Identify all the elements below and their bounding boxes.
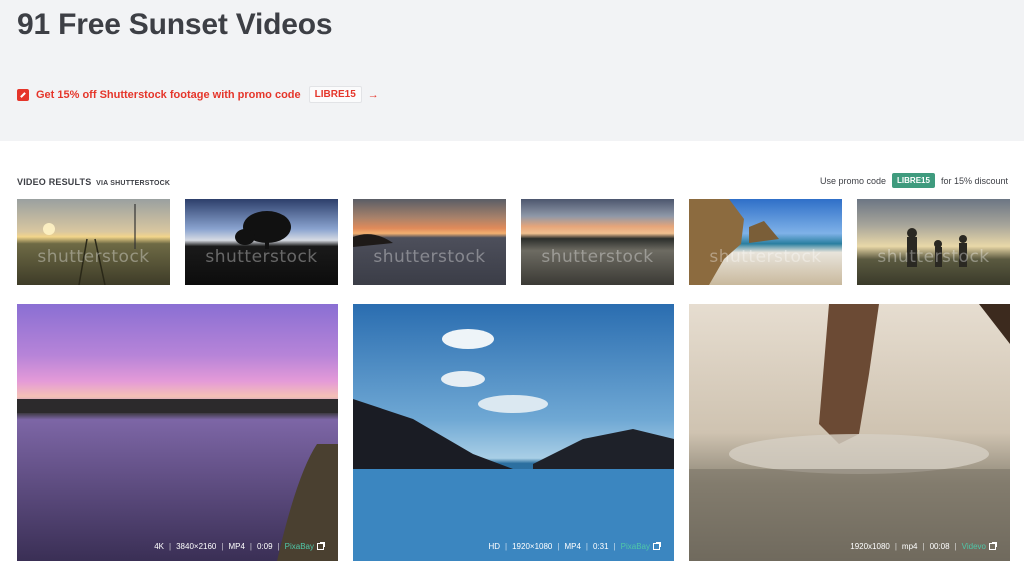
video-duration: 0:31 bbox=[592, 542, 609, 551]
video-card[interactable]: HD | 1920×1080 | MP4 | 0:31 | PixaBay bbox=[353, 304, 674, 561]
promo-text[interactable]: Get 15% off Shutterstock footage with pr… bbox=[36, 89, 301, 101]
thumbnail-image bbox=[689, 199, 779, 285]
promo-banner[interactable]: Get 15% off Shutterstock footage with pr… bbox=[17, 86, 379, 103]
video-resolution: 3840×2160 bbox=[176, 542, 217, 551]
arrow-right-icon[interactable]: → bbox=[368, 89, 379, 101]
discount-prefix: Use promo code bbox=[820, 175, 887, 186]
watermark: shutterstock bbox=[205, 247, 318, 267]
shutterstock-thumbnails: shutterstock shutterstock shutterstock s… bbox=[17, 199, 1010, 285]
video-source-link[interactable]: Videvo bbox=[962, 542, 986, 551]
video-duration: 0:09 bbox=[256, 542, 273, 551]
thumbnail-image bbox=[907, 228, 967, 267]
watermark: shutterstock bbox=[877, 247, 990, 267]
video-results-heading: VIDEO RESULTS VIA SHUTTERSTOCK bbox=[17, 177, 170, 187]
video-meta: HD | 1920×1080 | MP4 | 0:31 | PixaBay bbox=[488, 542, 661, 551]
video-format: MP4 bbox=[564, 542, 581, 551]
video-format: MP4 bbox=[228, 542, 245, 551]
discount-code-badge[interactable]: LIBRE15 bbox=[892, 173, 935, 188]
thumbnail[interactable]: shutterstock bbox=[17, 199, 170, 285]
video-resolution: 1920x1080 bbox=[850, 542, 890, 551]
external-link-icon[interactable] bbox=[317, 542, 325, 550]
results-label: VIDEO RESULTS bbox=[17, 177, 92, 187]
watermark: shutterstock bbox=[709, 247, 822, 267]
thumbnail[interactable]: shutterstock bbox=[689, 199, 842, 285]
video-meta: 4K | 3840×2160 | MP4 | 0:09 | PixaBay bbox=[154, 542, 325, 551]
thumbnail[interactable]: shutterstock bbox=[185, 199, 338, 285]
video-quality: HD bbox=[488, 542, 501, 551]
watermark: shutterstock bbox=[37, 247, 150, 267]
video-preview bbox=[689, 304, 1010, 561]
tag-icon bbox=[17, 88, 29, 101]
video-source-link[interactable]: PixaBay bbox=[621, 542, 650, 551]
discount-note: Use promo code LIBRE15 for 15% discount bbox=[820, 173, 1008, 188]
thumbnail-image bbox=[235, 211, 291, 249]
promo-code[interactable]: LIBRE15 bbox=[308, 86, 362, 103]
video-format: mp4 bbox=[901, 542, 918, 551]
thumbnail-image bbox=[43, 204, 136, 285]
watermark: shutterstock bbox=[373, 247, 486, 267]
video-resolution: 1920×1080 bbox=[512, 542, 553, 551]
discount-suffix: for 15% discount bbox=[940, 175, 1008, 186]
results-via: VIA SHUTTERSTOCK bbox=[96, 180, 171, 187]
page-title: 91 Free Sunset Videos bbox=[17, 8, 333, 41]
video-duration: 00:08 bbox=[929, 542, 950, 551]
thumbnail[interactable]: shutterstock bbox=[857, 199, 1010, 285]
video-preview bbox=[17, 304, 338, 561]
thumbnail[interactable]: shutterstock bbox=[521, 199, 674, 285]
video-preview bbox=[353, 304, 674, 561]
thumbnail-image bbox=[353, 234, 393, 247]
thumbnail[interactable]: shutterstock bbox=[353, 199, 506, 285]
video-source-link[interactable]: PixaBay bbox=[285, 542, 314, 551]
watermark: shutterstock bbox=[541, 247, 654, 267]
video-quality: 4K bbox=[154, 542, 165, 551]
external-link-icon[interactable] bbox=[653, 542, 661, 550]
video-meta: 1920x1080 | mp4 | 00:08 | Videvo bbox=[850, 542, 997, 551]
external-link-icon[interactable] bbox=[989, 542, 997, 550]
video-card[interactable]: 4K | 3840×2160 | MP4 | 0:09 | PixaBay bbox=[17, 304, 338, 561]
video-card[interactable]: 1920x1080 | mp4 | 00:08 | Videvo bbox=[689, 304, 1010, 561]
header-band: 91 Free Sunset Videos Get 15% off Shutte… bbox=[0, 0, 1024, 141]
